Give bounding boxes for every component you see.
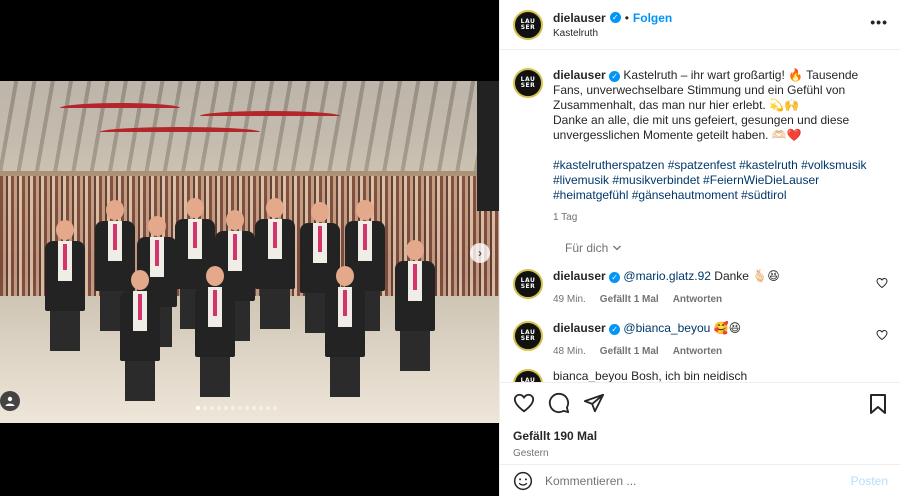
reply-button[interactable]: Antworten bbox=[673, 344, 722, 359]
carousel-dot bbox=[196, 406, 200, 410]
verified-badge-icon: ✓ bbox=[609, 12, 621, 23]
likes-count[interactable]: Gefällt 190 Mal bbox=[513, 429, 888, 443]
avatar[interactable]: LAU SER bbox=[513, 369, 543, 382]
comment-mention[interactable]: @bianca_beyou bbox=[623, 321, 710, 335]
comment-text: bianca_beyou Bosh, ich bin neidisch bbox=[553, 369, 748, 382]
band-member bbox=[45, 220, 85, 351]
caption: LAU SER dielauser ✓ Kastelruth – ihr war… bbox=[513, 51, 888, 225]
carousel-dot bbox=[259, 406, 263, 410]
carousel-dot bbox=[266, 406, 270, 410]
comment-text: 🥰😆 bbox=[713, 321, 742, 335]
caption-hashtags[interactable]: #kastelrutherspatzen #spatzenfest #kaste… bbox=[553, 158, 888, 203]
tent-banner bbox=[100, 127, 260, 137]
comment-username[interactable]: dielauser bbox=[553, 321, 606, 335]
caption-text-2: Danke an alle, die mit uns gefeiert, ges… bbox=[553, 113, 850, 142]
tent-roof bbox=[0, 81, 499, 171]
share-icon[interactable] bbox=[583, 392, 605, 414]
carousel-dot bbox=[252, 406, 256, 410]
comment-icon[interactable] bbox=[548, 392, 570, 414]
comments-section: LAU SER dielauser ✓ Kastelruth – ihr war… bbox=[500, 51, 900, 382]
avatar-logo: LAU SER bbox=[520, 76, 536, 89]
comment-time[interactable]: 48 Min. bbox=[553, 344, 586, 359]
follow-button[interactable]: Folgen bbox=[633, 11, 672, 25]
carousel-next-button[interactable]: › bbox=[470, 243, 490, 263]
post-side-panel: LAU SER dielauser ✓ • Folgen Kastelruth … bbox=[499, 0, 900, 496]
carousel-dot bbox=[231, 406, 235, 410]
band-member bbox=[395, 240, 435, 371]
post-comment-button[interactable]: Posten bbox=[851, 474, 888, 488]
carousel-indicator bbox=[196, 406, 277, 410]
chevron-down-icon bbox=[613, 245, 622, 251]
band-member bbox=[325, 266, 365, 397]
avatar-logo: LAU SER bbox=[520, 17, 536, 31]
comment: LAU SER dielauser ✓ @bianca_beyou 🥰😆 48 … bbox=[513, 307, 888, 359]
carousel-dot bbox=[210, 406, 214, 410]
speaker-stack bbox=[477, 81, 499, 211]
comment-likes[interactable]: Gefällt 1 Mal bbox=[600, 292, 659, 307]
carousel-dot bbox=[203, 406, 207, 410]
avatar-logo: LAU SER bbox=[520, 329, 536, 342]
comment-mention[interactable]: @mario.glatz.92 bbox=[623, 269, 711, 283]
verified-badge-icon: ✓ bbox=[609, 71, 621, 82]
comment-time[interactable]: 49 Min. bbox=[553, 292, 586, 307]
carousel-dot bbox=[224, 406, 228, 410]
tent-banner bbox=[60, 103, 180, 113]
post-date[interactable]: Gestern bbox=[513, 448, 888, 459]
comment-likes[interactable]: Gefällt 1 Mal bbox=[600, 344, 659, 359]
verified-badge-icon: ✓ bbox=[609, 272, 621, 283]
comment-text: Danke 🫰🏻😆 bbox=[714, 269, 780, 283]
avatar[interactable]: LAU SER bbox=[513, 321, 543, 351]
carousel-dot bbox=[273, 406, 277, 410]
post-photo[interactable] bbox=[0, 81, 499, 423]
carousel-dot bbox=[217, 406, 221, 410]
emoji-icon[interactable] bbox=[513, 471, 533, 491]
heart-icon[interactable] bbox=[876, 277, 888, 289]
post-actions: Gefällt 190 Mal Gestern bbox=[500, 382, 900, 464]
user-tags-button[interactable] bbox=[0, 391, 20, 411]
post-username[interactable]: dielauser bbox=[553, 11, 606, 25]
add-comment-bar: Posten bbox=[500, 464, 900, 496]
caption-username[interactable]: dielauser bbox=[553, 68, 606, 82]
post-header: LAU SER dielauser ✓ • Folgen Kastelruth … bbox=[500, 0, 900, 50]
avatar[interactable]: LAU SER bbox=[513, 269, 543, 299]
for-you-toggle[interactable]: Für dich bbox=[565, 241, 888, 255]
band-member bbox=[120, 270, 160, 401]
tent-banner bbox=[200, 111, 340, 121]
reply-button[interactable]: Antworten bbox=[673, 292, 722, 307]
separator-dot: • bbox=[624, 10, 629, 25]
band-member bbox=[255, 198, 295, 329]
comment-username[interactable]: dielauser bbox=[553, 269, 606, 283]
post-location[interactable]: Kastelruth bbox=[553, 28, 672, 39]
for-you-label: Für dich bbox=[565, 241, 609, 255]
heart-icon[interactable] bbox=[876, 329, 888, 341]
carousel-dot bbox=[245, 406, 249, 410]
band-group bbox=[45, 191, 445, 411]
verified-badge-icon: ✓ bbox=[609, 324, 621, 335]
avatar[interactable]: LAU SER bbox=[513, 9, 543, 40]
carousel-dot bbox=[238, 406, 242, 410]
more-icon[interactable]: ••• bbox=[870, 14, 888, 30]
comment: LAU SER dielauser ✓ @mario.glatz.92 Dank… bbox=[513, 255, 888, 307]
post-media: › bbox=[0, 0, 499, 496]
heart-icon[interactable] bbox=[513, 392, 535, 414]
user-tag-icon bbox=[5, 396, 15, 406]
chevron-right-icon: › bbox=[478, 246, 482, 260]
bookmark-icon[interactable] bbox=[868, 393, 888, 415]
caption-time[interactable]: 1 Tag bbox=[553, 210, 888, 225]
comment-input[interactable] bbox=[545, 473, 851, 488]
avatar[interactable]: LAU SER bbox=[513, 68, 543, 98]
band-member bbox=[195, 266, 235, 397]
avatar-logo: LAU SER bbox=[520, 277, 536, 290]
comment: LAU SER bianca_beyou Bosh, ich bin neidi… bbox=[513, 359, 888, 382]
